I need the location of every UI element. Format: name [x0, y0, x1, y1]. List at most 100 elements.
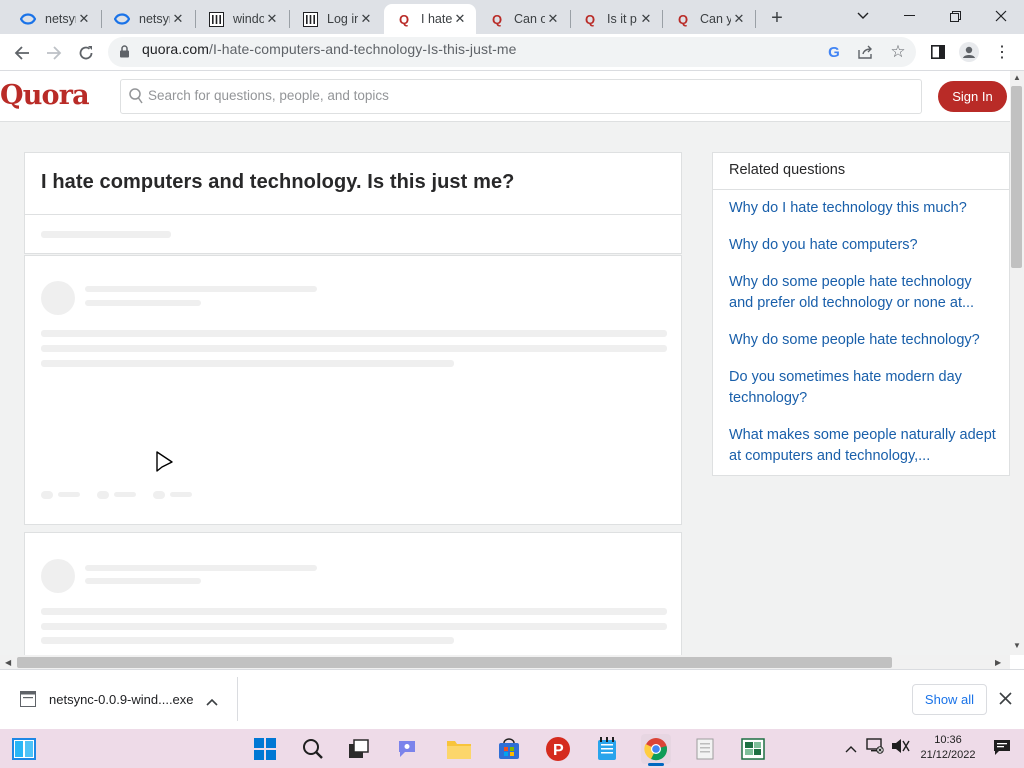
lock-icon[interactable] — [119, 45, 130, 63]
scroll-left-icon[interactable]: ◀ — [5, 658, 11, 667]
quora-favicon-icon: Q — [677, 11, 689, 27]
search-placeholder: Search for questions, people, and topics — [148, 88, 389, 103]
tab-3[interactable]: windows ✕ — [196, 4, 288, 34]
spreadsheet-app-icon[interactable] — [738, 734, 768, 764]
related-question-link[interactable]: Why do I hate technology this much? — [729, 198, 999, 219]
close-icon[interactable]: ✕ — [170, 11, 186, 27]
url-host: quora.com — [142, 41, 210, 57]
related-question-link[interactable]: Do you sometimes hate modern day technol… — [729, 367, 999, 409]
clock-date: 21/12/2022 — [920, 749, 976, 761]
netsync-favicon-icon — [114, 11, 130, 27]
tab-title: Can y — [700, 12, 731, 26]
minimize-icon[interactable] — [886, 0, 932, 32]
close-icon[interactable]: ✕ — [358, 11, 374, 27]
quora-favicon-icon: Q — [491, 11, 503, 27]
tab-1[interactable]: netsync ✕ — [8, 4, 100, 34]
google-lens-icon[interactable]: G — [822, 40, 846, 64]
notifications-icon[interactable] — [993, 739, 1011, 761]
file-icon — [20, 691, 36, 712]
tab-8[interactable]: Q Can y ✕ — [663, 4, 755, 34]
related-question-link[interactable]: Why do some people hate technology? — [729, 330, 999, 351]
scroll-right-icon[interactable]: ▶ — [995, 658, 1001, 667]
network-monitor-icon[interactable] — [866, 737, 884, 760]
scroll-up-icon[interactable]: ▲ — [1013, 73, 1021, 82]
tab-title: netsync — [45, 12, 76, 26]
tab-search-icon[interactable] — [840, 0, 886, 32]
close-icon[interactable]: ✕ — [264, 11, 280, 27]
tab-title: windows — [233, 12, 264, 26]
bank-favicon-icon — [302, 11, 318, 27]
new-tab-button[interactable]: + — [764, 6, 790, 30]
sign-in-button[interactable]: Sign In — [938, 81, 1007, 112]
tab-2[interactable]: netsync ✕ — [102, 4, 194, 34]
related-question-link[interactable]: Why do some people hate technology and p… — [729, 272, 999, 314]
close-icon[interactable]: ✕ — [452, 11, 468, 27]
tab-title: I hate — [421, 12, 452, 26]
close-icon[interactable]: ✕ — [731, 11, 747, 27]
back-icon[interactable] — [8, 39, 36, 67]
quora-favicon-icon: Q — [584, 11, 596, 27]
chrome-icon[interactable] — [641, 734, 671, 764]
url-path: /I-hate-computers-and-technology-Is-this… — [209, 41, 517, 57]
tab-strip: netsync ✕ netsync ✕ windows ✕ Log in ✕ Q… — [0, 0, 1024, 34]
horizontal-scroll-thumb[interactable] — [17, 657, 892, 668]
answer-placeholder — [24, 532, 682, 655]
show-hidden-icons-chevron-icon[interactable] — [845, 740, 857, 758]
close-icon[interactable]: ✕ — [76, 11, 92, 27]
vertical-scroll-thumb[interactable] — [1011, 86, 1022, 268]
url-text[interactable]: quora.com/I-hate-computers-and-technolog… — [142, 41, 517, 57]
tab-5-active[interactable]: Q I hate ✕ — [384, 4, 476, 34]
bookmark-star-icon[interactable]: ☆ — [886, 40, 910, 64]
notepad-icon[interactable] — [592, 734, 622, 764]
teams-chat-icon[interactable] — [394, 734, 424, 764]
tab-title: Is it p — [607, 12, 637, 26]
tab-title: netsync — [139, 12, 170, 26]
side-panel-icon[interactable] — [926, 40, 950, 64]
restore-icon[interactable] — [932, 0, 978, 32]
svg-text:P: P — [553, 742, 564, 759]
loading-placeholder — [24, 214, 682, 254]
related-question-link[interactable]: Why do you hate computers? — [729, 235, 999, 256]
mouse-cursor-icon — [155, 451, 175, 478]
tab-4[interactable]: Log in ✕ — [290, 4, 382, 34]
answer-placeholder — [24, 255, 682, 525]
close-download-bar-icon[interactable] — [999, 692, 1012, 710]
download-filename[interactable]: netsync-0.0.9-wind....exe — [49, 692, 194, 707]
tab-6[interactable]: Q Can o ✕ — [477, 4, 569, 34]
windows-start-icon[interactable] — [250, 734, 280, 764]
speaker-muted-icon[interactable] — [891, 738, 911, 759]
netsync-favicon-icon — [20, 11, 36, 27]
task-view-icon[interactable] — [9, 734, 39, 764]
taskbar-clock[interactable]: 10:36 21/12/2022 — [920, 733, 976, 763]
chevron-up-icon[interactable] — [206, 693, 218, 711]
close-icon[interactable]: ✕ — [545, 11, 561, 27]
microsoft-store-icon[interactable] — [494, 734, 524, 764]
file-explorer-icon[interactable] — [444, 734, 474, 764]
tab-title: Can o — [514, 12, 545, 26]
related-question-link[interactable]: What makes some people naturally adept a… — [729, 425, 999, 467]
show-all-button[interactable]: Show all — [912, 684, 987, 715]
question-title: I hate computers and technology. Is this… — [41, 171, 515, 193]
p-app-icon[interactable]: P — [543, 734, 573, 764]
scroll-down-icon[interactable]: ▼ — [1013, 641, 1021, 650]
forward-icon[interactable] — [40, 39, 68, 67]
reload-icon[interactable] — [72, 39, 100, 67]
document-app-icon[interactable] — [690, 734, 720, 764]
kebab-menu-icon[interactable]: ⋮ — [990, 40, 1014, 64]
divider — [237, 677, 238, 721]
task-view-windows-icon[interactable] — [344, 734, 374, 764]
close-window-icon[interactable] — [978, 0, 1024, 32]
share-icon[interactable] — [854, 40, 878, 64]
search-icon[interactable] — [298, 734, 328, 764]
quora-logo[interactable]: Quora — [0, 80, 90, 111]
divider — [713, 189, 1009, 190]
bank-favicon-icon — [208, 11, 224, 27]
tab-title: Log in — [327, 12, 358, 26]
search-icon — [129, 88, 143, 109]
quora-favicon-icon: Q — [398, 11, 410, 27]
active-app-indicator — [648, 763, 664, 766]
tab-7[interactable]: Q Is it p ✕ — [570, 4, 662, 34]
clock-time: 10:36 — [934, 734, 962, 746]
profile-avatar-icon[interactable] — [957, 40, 981, 64]
close-icon[interactable]: ✕ — [638, 11, 654, 27]
